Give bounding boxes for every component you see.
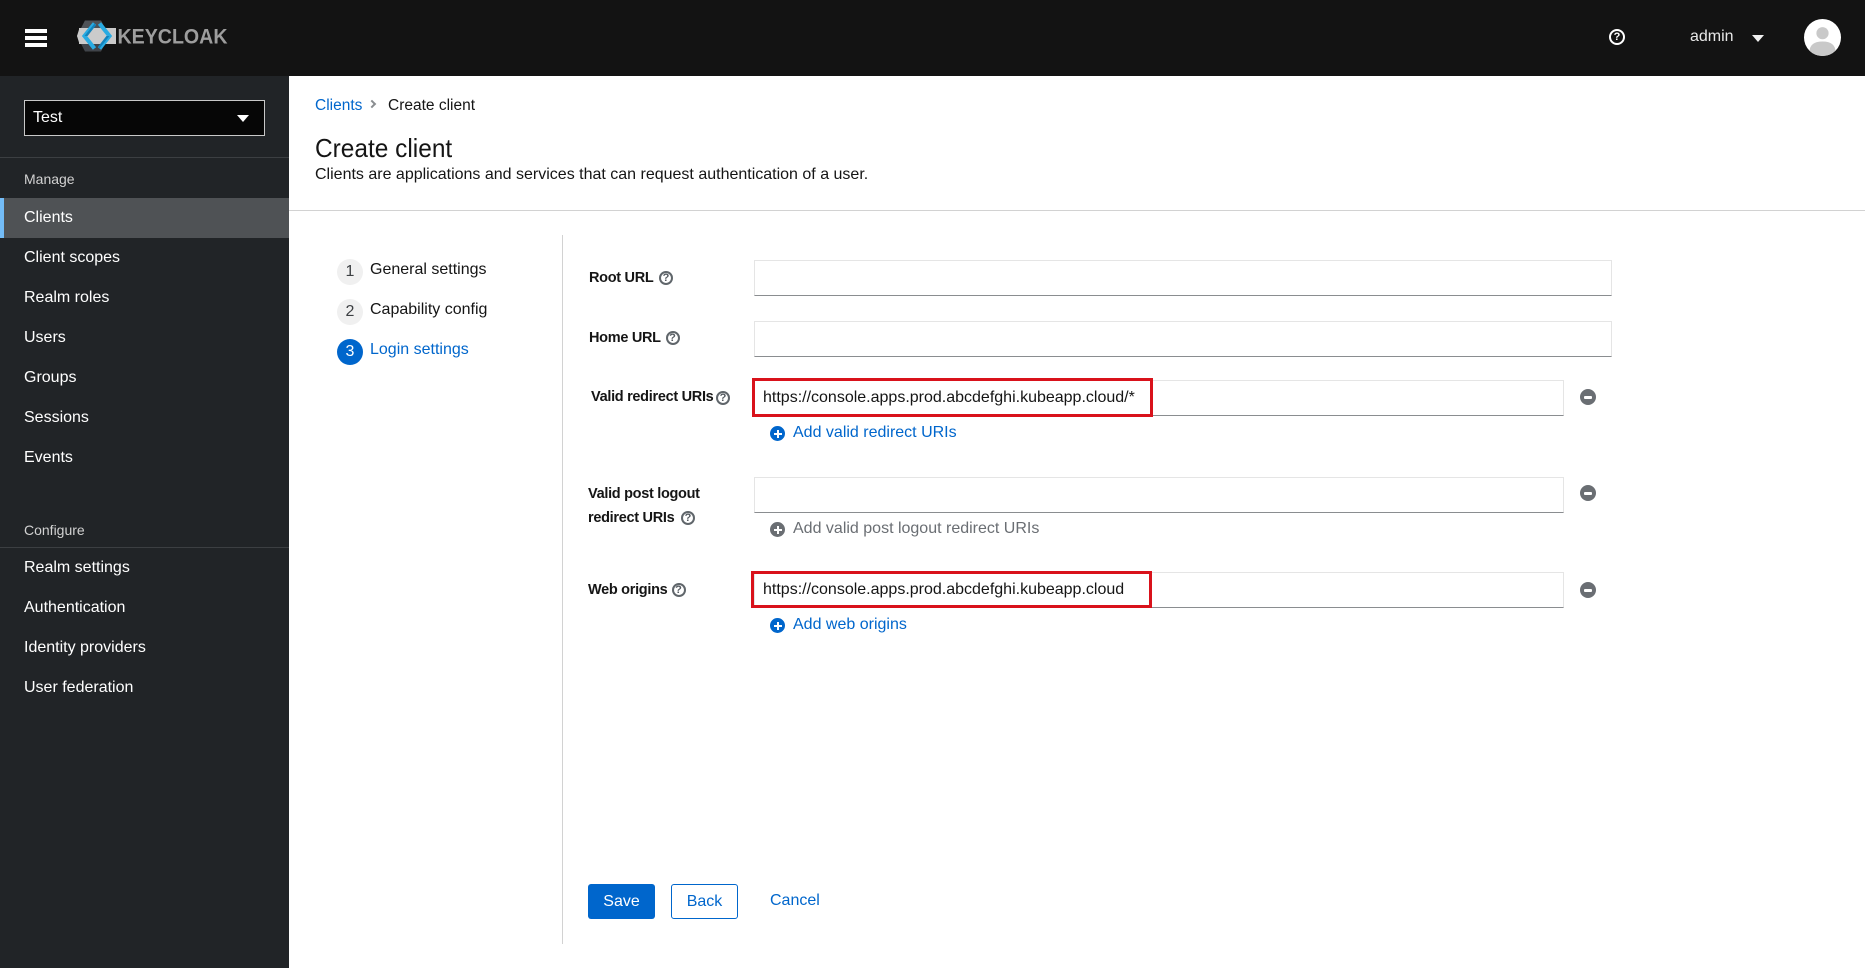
svg-text:KEYCLOAK: KEYCLOAK <box>118 26 228 49</box>
